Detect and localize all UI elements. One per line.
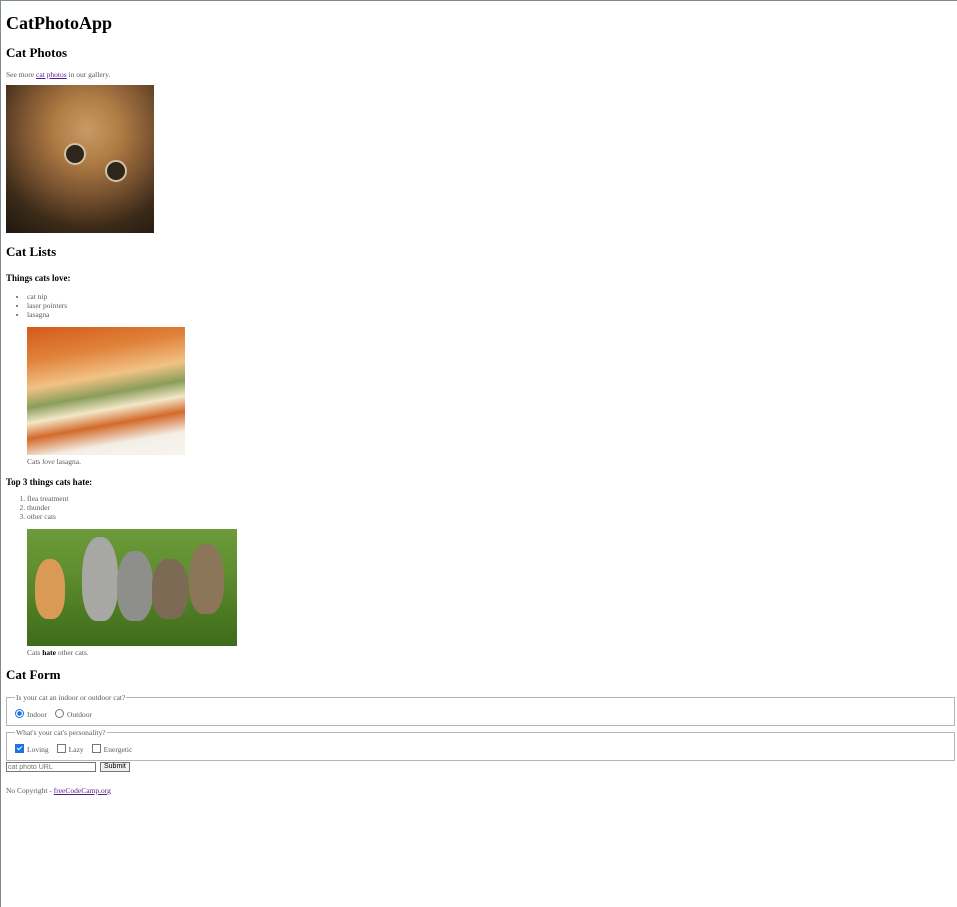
lazy-option[interactable]: Lazy [56,744,84,754]
outdoor-radio[interactable] [55,709,64,718]
cat-photos-heading: Cat Photos [6,45,68,60]
cat-photos-section: Cat Photos See more cat photos in our ga… [6,45,957,233]
kitten-tan [189,544,224,614]
indoor-outdoor-legend: Is your cat an indoor or outdoor cat? [16,693,126,702]
kittens-caption: Cats hate other cats. [27,648,957,657]
outdoor-label: Outdoor [67,710,92,719]
footer-link[interactable]: freeCodeCamp.org [54,786,111,795]
cat-photos-intro: See more cat photos in our gallery. [6,70,957,79]
energetic-label: Energetic [103,745,133,754]
page-footer: No Copyright - freeCodeCamp.org [6,786,957,795]
cat-form: Is your cat an indoor or outdoor cat? In… [6,693,955,780]
energetic-checkbox[interactable] [91,744,101,753]
indoor-label: Indoor [27,710,47,719]
caption-text: other cats. [55,648,89,657]
lasagna-caption: Cats love lasagna. [27,457,957,466]
love-list: cat nip laser pointers lasagna [6,292,957,319]
kittens-figure: Cats hate other cats. [27,529,957,657]
hate-list: flea treatment thunder other cats [6,494,957,521]
loving-label: Loving [27,745,49,754]
cat-lists-section: Cat Lists Things cats love: cat nip lase… [6,244,957,657]
indoor-radio[interactable] [15,709,24,718]
intro-text-before: See more [6,70,36,79]
hate-list-heading: Top 3 things cats hate: [6,477,93,487]
footer-text: No Copyright - freeCodeCamp.org [6,786,957,795]
intro-text-after: in our gallery. [66,70,111,79]
kitten-brown [152,559,188,619]
lazy-checkbox[interactable] [56,744,66,753]
cat-form-section: Cat Form Is your cat an indoor or outdoo… [6,667,957,780]
indoor-outdoor-fieldset: Is your cat an indoor or outdoor cat? In… [6,693,955,726]
cat-form-heading: Cat Form [6,667,61,682]
list-item: laser pointers [27,301,957,310]
page-main: CatPhotoApp Cat Photos See more cat phot… [1,13,957,795]
love-list-heading: Things cats love: [6,273,71,283]
lasagna-figure: Cats love lasagna. [27,327,957,466]
loving-option[interactable]: Loving [15,744,49,754]
footer-copyright: No Copyright - [6,786,54,795]
kitten-grey [82,537,118,621]
kitten-orange [35,559,65,619]
caption-text: Cats [27,457,43,466]
cat-photo [6,85,154,233]
caption-text: Cats [27,648,43,657]
url-submit-row: Submit [6,762,955,780]
list-item: other cats [27,512,957,521]
personality-legend: What's your cat's personality? [16,728,106,737]
cat-eye-left [64,143,86,165]
lasagna-photo [27,327,185,455]
indoor-option[interactable]: Indoor [15,709,47,719]
cat-photos-link[interactable]: cat photos [36,70,67,79]
cat-photo-link[interactable] [6,85,154,233]
list-item: cat nip [27,292,957,301]
cat-photo-url-input[interactable] [6,762,96,772]
caption-emphasis: love [42,457,55,466]
personality-fieldset: What's your cat's personality? Loving La… [6,728,955,761]
energetic-option[interactable]: Energetic [91,744,133,754]
caption-strong: hate [42,648,56,657]
cat-lists-heading: Cat Lists [6,244,57,259]
list-item: flea treatment [27,494,957,503]
list-item: thunder [27,503,957,512]
list-item: lasagna [27,310,957,319]
kitten-tabby [117,551,153,621]
loving-checkbox[interactable] [15,744,24,753]
caption-text: lasagna. [54,457,81,466]
kittens-photo [27,529,237,646]
lazy-label: Lazy [68,745,84,754]
cat-eye-right [105,160,127,182]
outdoor-option[interactable]: Outdoor [55,709,92,719]
submit-button[interactable]: Submit [100,762,130,772]
page-title: CatPhotoApp [6,13,113,33]
